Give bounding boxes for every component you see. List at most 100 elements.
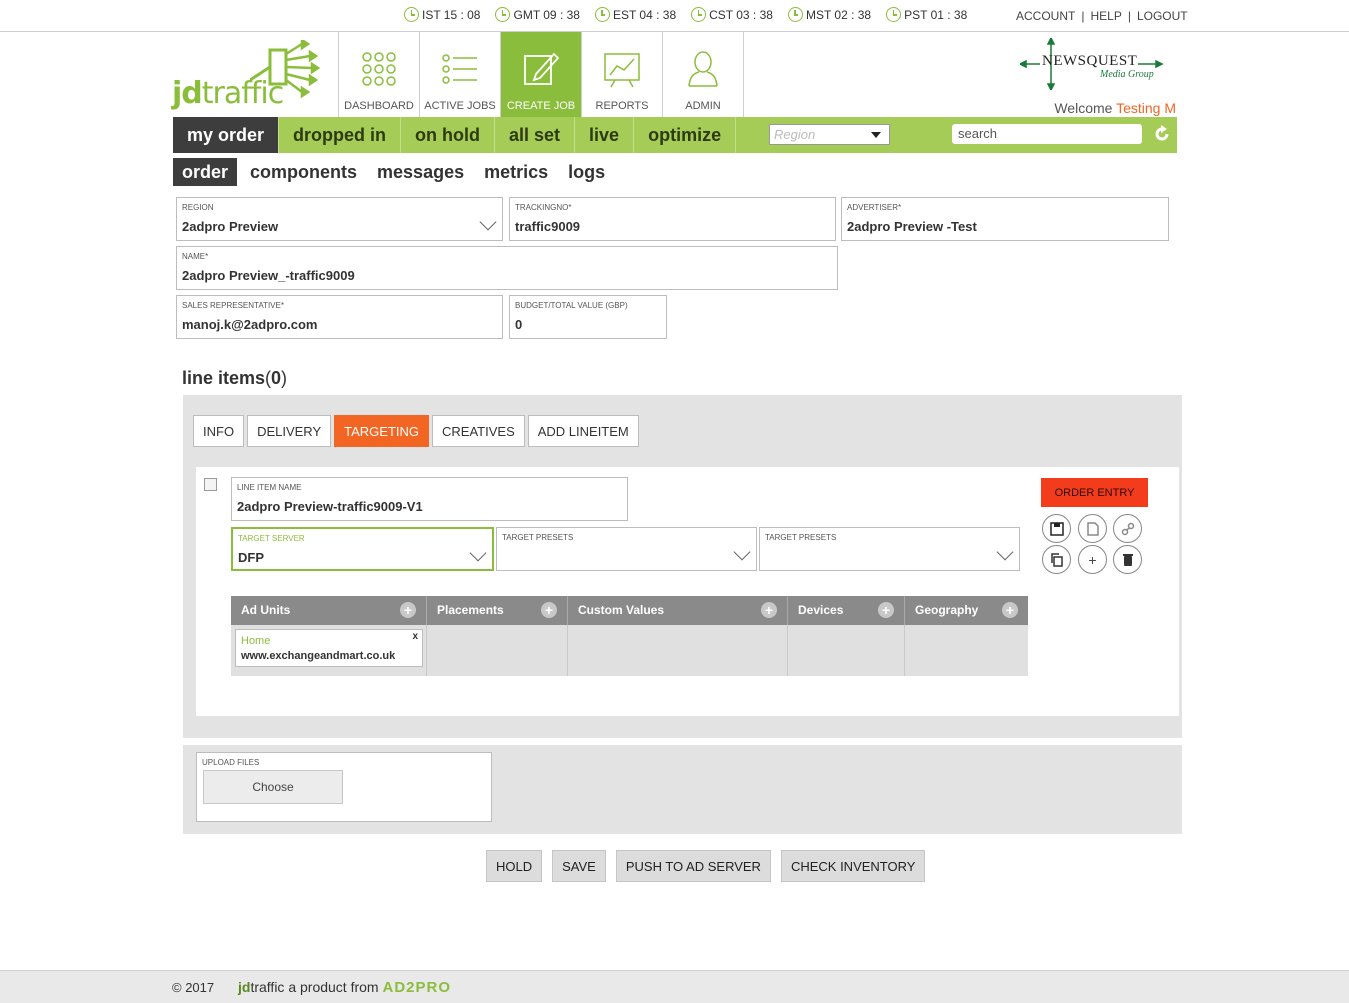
line-item-checkbox[interactable] bbox=[204, 478, 217, 491]
floppy-icon bbox=[1049, 521, 1064, 536]
tab-targeting[interactable]: TARGETING bbox=[334, 415, 430, 447]
subtab-order[interactable]: order bbox=[173, 158, 238, 186]
clock-icon bbox=[594, 7, 610, 22]
line-item-tabs: INFO DELIVERY TARGETING CREATIVES ADD LI… bbox=[193, 415, 639, 447]
top-links: ACCOUNT | HELP | LOGOUT bbox=[1016, 9, 1188, 23]
advertiser-field[interactable]: ADVERTISER* 2adpro Preview -Test bbox=[841, 197, 1169, 241]
target-server-select[interactable]: TARGET SERVER DFP bbox=[231, 527, 494, 571]
caret-down-icon bbox=[871, 132, 881, 138]
document-search-icon[interactable] bbox=[1078, 514, 1107, 543]
trackingno-field[interactable]: TRACKINGNO* traffic9009 bbox=[509, 197, 836, 241]
placements-cell bbox=[427, 625, 568, 676]
nav-tab-reports[interactable]: REPORTS bbox=[582, 32, 663, 118]
region-field[interactable]: REGION 2adpro Preview bbox=[176, 197, 503, 241]
targeting-table: Ad Units + Placements + Custom Values + Dev… bbox=[231, 596, 1028, 676]
clock-mst: MST 02 : 38 bbox=[787, 7, 871, 22]
plus-glyph: + bbox=[1088, 551, 1097, 568]
dashboard-grid-icon bbox=[362, 52, 396, 86]
order-actions: HOLD SAVE PUSH TO AD SERVER CHECK INVENT… bbox=[486, 850, 926, 882]
tab-creatives[interactable]: CREATIVES bbox=[432, 415, 525, 447]
tab-info[interactable]: INFO bbox=[193, 415, 245, 447]
upload-files-box: UPLOAD FILES Choose bbox=[196, 752, 492, 822]
jdtraffic-logo[interactable]: jdtraffic bbox=[172, 40, 322, 111]
copyright: © 2017 bbox=[172, 980, 215, 995]
refresh-icon[interactable] bbox=[1153, 125, 1171, 143]
user-name[interactable]: Testing M bbox=[1116, 100, 1176, 116]
clock-cst: CST 03 : 38 bbox=[691, 7, 773, 22]
chevron-down-icon bbox=[996, 543, 1014, 561]
subtab-logs[interactable]: logs bbox=[561, 158, 612, 186]
subtab-components[interactable]: components bbox=[243, 158, 364, 186]
subtab-messages[interactable]: messages bbox=[370, 158, 471, 186]
clock-icon bbox=[886, 7, 902, 22]
order-entry-button[interactable]: ORDER ENTRY bbox=[1041, 478, 1148, 507]
column-custom-values: Custom Values + bbox=[568, 596, 788, 625]
check-inventory-button[interactable]: CHECK INVENTORY bbox=[780, 850, 926, 882]
save-button[interactable]: SAVE bbox=[552, 850, 606, 882]
footer: © 2017 jdtraffic a product from AD2PRO bbox=[0, 970, 1349, 1003]
line-item-name-field[interactable]: LINE ITEM NAME 2adpro Preview-traffic900… bbox=[231, 477, 628, 521]
status-tab-live[interactable]: live bbox=[575, 117, 635, 153]
nav-tab-admin[interactable]: ADMIN bbox=[663, 32, 744, 118]
clock-pst: PST 01 : 38 bbox=[886, 7, 967, 22]
clock-icon bbox=[495, 7, 511, 22]
share-icon[interactable] bbox=[1113, 514, 1142, 543]
subtab-metrics[interactable]: metrics bbox=[477, 158, 555, 186]
sales-rep-field[interactable]: SALES REPRESENTATIVE* manoj.k@2adpro.com bbox=[176, 295, 503, 339]
region-select[interactable]: Region bbox=[769, 124, 890, 145]
clock-icon bbox=[691, 7, 707, 22]
help-link[interactable]: HELP bbox=[1090, 9, 1121, 23]
choose-file-button[interactable]: Choose bbox=[203, 770, 343, 804]
copy-docs-icon bbox=[1050, 552, 1063, 567]
devices-cell bbox=[788, 625, 905, 676]
nav-tab-create-job[interactable]: CREATE JOB bbox=[501, 32, 582, 118]
order-status-bar: my order dropped in on hold all set live… bbox=[173, 117, 1177, 153]
add-placement-icon[interactable]: + bbox=[541, 602, 557, 618]
footer-brand: jdtraffic a product from AD2PRO bbox=[238, 979, 451, 996]
upload-panel: UPLOAD FILES Choose bbox=[183, 745, 1182, 834]
search-input[interactable]: search bbox=[952, 124, 1142, 144]
column-ad-units: Ad Units + bbox=[231, 596, 427, 625]
status-tab-on-hold[interactable]: on hold bbox=[401, 117, 496, 153]
line-items-count: 0 bbox=[271, 368, 282, 388]
target-presets-select-1[interactable]: TARGET PRESETS bbox=[496, 527, 757, 571]
chevron-down-icon bbox=[733, 543, 751, 561]
nav-tab-active-jobs[interactable]: ACTIVE JOBS bbox=[420, 32, 501, 118]
chevron-down-icon bbox=[469, 544, 487, 562]
line-items-title: line items(0) bbox=[182, 368, 288, 388]
ad-unit-chip[interactable]: Home www.exchangeandmart.co.uk x bbox=[235, 629, 423, 667]
add-icon[interactable]: + bbox=[1078, 545, 1107, 574]
add-device-icon[interactable]: + bbox=[878, 602, 894, 618]
newsquest-logo: NEWSQUEST Media Group bbox=[1020, 38, 1165, 90]
push-to-ad-server-button[interactable]: PUSH TO AD SERVER bbox=[615, 850, 771, 882]
budget-field[interactable]: BUDGET/TOTAL VALUE (GBP) 0 bbox=[509, 295, 667, 339]
target-presets-select-2[interactable]: TARGET PRESETS bbox=[759, 527, 1020, 571]
main-nav: DASHBOARD ACTIVE JOBS CREATE JOB REPORTS… bbox=[338, 32, 744, 118]
tab-delivery[interactable]: DELIVERY bbox=[247, 415, 332, 447]
status-tab-my-order[interactable]: my order bbox=[173, 117, 280, 153]
hold-button[interactable]: HOLD bbox=[486, 850, 543, 882]
user-icon bbox=[688, 51, 718, 87]
status-tab-all-set[interactable]: all set bbox=[495, 117, 576, 153]
tab-add-lineitem[interactable]: ADD LINEITEM bbox=[527, 415, 639, 447]
save-icon[interactable] bbox=[1042, 514, 1071, 543]
top-bar: IST 15 : 08 GMT 09 : 38 EST 04 : 38 CST … bbox=[0, 0, 1349, 32]
column-geography: Geography + bbox=[905, 596, 1028, 625]
logout-link[interactable]: LOGOUT bbox=[1137, 9, 1188, 23]
name-field[interactable]: NAME* 2adpro Preview_-traffic9009 bbox=[176, 246, 838, 290]
separator: | bbox=[1127, 9, 1131, 23]
add-geography-icon[interactable]: + bbox=[1002, 602, 1018, 618]
link-icon bbox=[1121, 522, 1134, 535]
delete-icon[interactable] bbox=[1113, 545, 1142, 574]
world-clocks: IST 15 : 08 GMT 09 : 38 EST 04 : 38 CST … bbox=[404, 7, 967, 22]
add-custom-value-icon[interactable]: + bbox=[761, 602, 777, 618]
remove-chip-icon[interactable]: x bbox=[412, 631, 418, 642]
account-link[interactable]: ACCOUNT bbox=[1016, 9, 1075, 23]
custom-values-cell bbox=[568, 625, 788, 676]
line-item-card: LINE ITEM NAME 2adpro Preview-traffic900… bbox=[196, 467, 1179, 716]
copy-icon[interactable] bbox=[1042, 545, 1071, 574]
add-ad-unit-icon[interactable]: + bbox=[400, 602, 416, 618]
nav-tab-dashboard[interactable]: DASHBOARD bbox=[339, 32, 420, 118]
status-tab-dropped-in[interactable]: dropped in bbox=[279, 117, 402, 153]
status-tab-optimize[interactable]: optimize bbox=[634, 117, 737, 153]
